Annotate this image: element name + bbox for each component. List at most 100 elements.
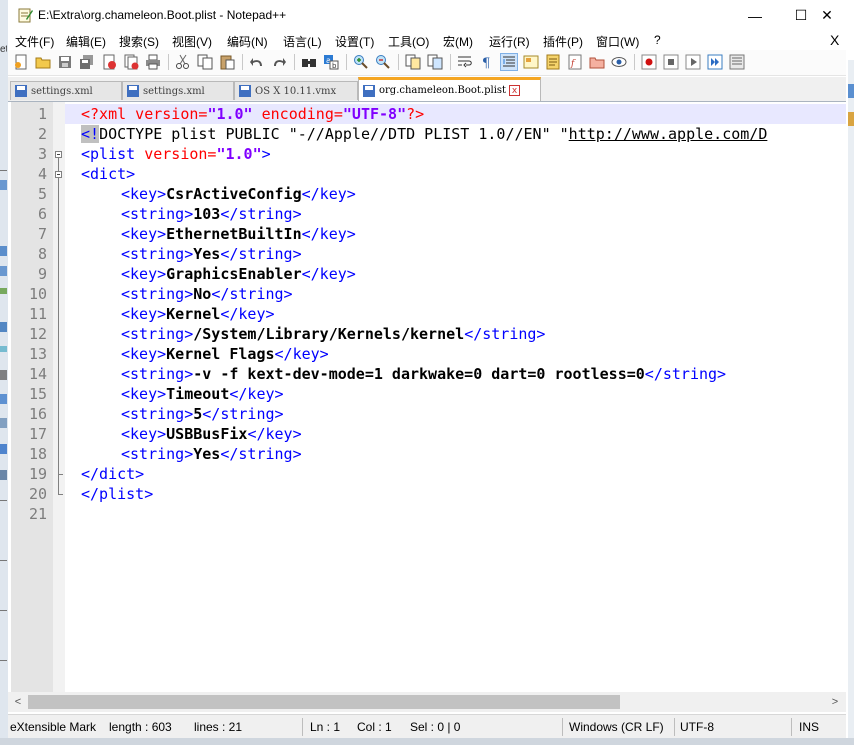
- run-macro-multiple-icon[interactable]: [706, 53, 724, 71]
- menu-macro[interactable]: 宏(M): [443, 33, 473, 50]
- show-all-characters-icon[interactable]: ¶: [478, 53, 496, 71]
- close-file-icon[interactable]: [100, 53, 118, 71]
- redo-icon[interactable]: [270, 53, 288, 71]
- menu-language[interactable]: 语言(L): [283, 33, 322, 50]
- tag-close: </string>: [220, 245, 302, 263]
- copy-icon[interactable]: [196, 53, 214, 71]
- sync-vertical-icon[interactable]: [404, 53, 422, 71]
- play-macro-icon[interactable]: [684, 53, 702, 71]
- line-number: 5: [37, 185, 47, 203]
- line-number: 18: [28, 445, 47, 463]
- open-file-icon[interactable]: [34, 53, 52, 71]
- menu-plugins[interactable]: 插件(P): [543, 33, 583, 50]
- code-line-9: <key>GraphicsEnabler</key>: [121, 264, 356, 284]
- function-list-icon[interactable]: f: [566, 53, 584, 71]
- code-line-2: <!DOCTYPE plist PUBLIC "-//Apple//DTD PL…: [81, 124, 767, 144]
- doctype-url-link[interactable]: http://www.apple.com/D: [569, 125, 768, 143]
- tag-open: <string>: [121, 205, 194, 223]
- menu-settings[interactable]: 设置(T): [335, 33, 374, 50]
- line-number: 10: [28, 285, 47, 303]
- text-value: /System/Library/Kernels/kernel: [193, 325, 465, 343]
- close-all-icon[interactable]: [122, 53, 140, 71]
- doctype-text: DOCTYPE plist PUBLIC "-//Apple//DTD PLIS…: [99, 125, 569, 143]
- status-encoding[interactable]: UTF-8: [680, 720, 714, 734]
- save-all-icon[interactable]: [78, 53, 96, 71]
- horizontal-scrollbar[interactable]: < >: [8, 692, 846, 712]
- tab-org-chameleon-boot-plist[interactable]: org.chameleon.Boot.plist x: [358, 77, 541, 101]
- line-number: 3: [37, 145, 47, 163]
- save-macro-icon[interactable]: [728, 53, 746, 71]
- tab-settings-xml-1[interactable]: settings.xml: [10, 81, 122, 100]
- status-line-number: Ln : 1: [310, 720, 341, 734]
- record-macro-icon[interactable]: [640, 53, 658, 71]
- zoom-in-icon[interactable]: [352, 53, 370, 71]
- save-icon[interactable]: [56, 53, 74, 71]
- find-icon[interactable]: [300, 53, 318, 71]
- tag-open: <key>: [121, 225, 167, 243]
- new-file-icon[interactable]: [12, 53, 30, 71]
- tab-close-icon[interactable]: x: [509, 85, 521, 96]
- line-number: 8: [37, 245, 47, 263]
- text-value: Kernel Flags: [166, 345, 275, 363]
- paste-icon[interactable]: [218, 53, 236, 71]
- tab-label: OS X 10.11.vmx: [255, 85, 337, 97]
- close-document-button[interactable]: X: [830, 32, 839, 48]
- attr-value: "UTF-8": [342, 105, 407, 123]
- menu-encoding[interactable]: 编码(N): [227, 33, 268, 50]
- status-eol-format[interactable]: Windows (CR LF): [569, 720, 664, 734]
- fold-toggle-dict[interactable]: [55, 171, 62, 178]
- status-lines: lines : 21: [194, 720, 243, 734]
- saved-file-icon: [363, 84, 375, 97]
- fold-toggle-plist[interactable]: [55, 151, 62, 158]
- line-number: 6: [37, 205, 47, 223]
- code-editor[interactable]: 1 2 3 4 5 6 7 8 9 10 11 12 13 14 15 16 1…: [8, 102, 846, 692]
- menu-view[interactable]: 视图(V): [172, 33, 212, 50]
- document-tab-bar: settings.xml settings.xml OS X 10.11.vmx…: [8, 77, 846, 102]
- menu-bar: 文件(F) 编辑(E) 搜索(S) 视图(V) 编码(N) 语言(L) 设置(T…: [8, 31, 846, 50]
- replace-icon[interactable]: ab: [322, 53, 340, 71]
- folder-as-workspace-icon[interactable]: [588, 53, 606, 71]
- saved-file-icon: [15, 85, 27, 97]
- zoom-out-icon[interactable]: [374, 53, 392, 71]
- word-wrap-icon[interactable]: [456, 53, 474, 71]
- window-title: E:\Extra\org.chameleon.Boot.plist - Note…: [38, 8, 287, 22]
- menu-edit[interactable]: 编辑(E): [66, 33, 106, 50]
- scroll-left-button[interactable]: <: [11, 695, 25, 709]
- menu-search[interactable]: 搜索(S): [119, 33, 159, 50]
- stop-macro-icon[interactable]: [662, 53, 680, 71]
- user-defined-language-icon[interactable]: [522, 53, 540, 71]
- text-value: USBBusFix: [166, 425, 248, 443]
- tag-close: </string>: [211, 285, 293, 303]
- menu-window[interactable]: 窗口(W): [596, 33, 639, 50]
- status-insert-mode[interactable]: INS: [799, 720, 819, 734]
- menu-file[interactable]: 文件(F): [15, 33, 54, 50]
- menu-run[interactable]: 运行(R): [489, 33, 530, 50]
- tab-settings-xml-2[interactable]: settings.xml: [122, 81, 234, 100]
- tab-osx-vmx[interactable]: OS X 10.11.vmx: [234, 81, 358, 100]
- close-window-button[interactable]: ✕: [808, 0, 846, 31]
- tag-close: </string>: [464, 325, 546, 343]
- line-number: 2: [37, 125, 47, 143]
- line-number: 21: [28, 505, 47, 523]
- code-line-16: <string>5</string>: [121, 404, 284, 424]
- minimize-button[interactable]: —: [732, 0, 778, 31]
- indent-guide-icon[interactable]: [500, 53, 518, 71]
- text-value: Yes: [193, 245, 221, 263]
- line-number: 14: [28, 365, 47, 383]
- print-icon[interactable]: [144, 53, 162, 71]
- line-number: 17: [28, 425, 47, 443]
- svg-text:¶: ¶: [482, 56, 490, 70]
- document-map-icon[interactable]: [544, 53, 562, 71]
- scroll-right-button[interactable]: >: [828, 695, 842, 709]
- tag-close: </string>: [220, 205, 302, 223]
- code-line-14: <string>-v -f kext-dev-mode=1 darkwake=0…: [121, 364, 726, 384]
- menu-tools[interactable]: 工具(O): [388, 33, 429, 50]
- menu-help[interactable]: ?: [654, 33, 661, 47]
- monitoring-icon[interactable]: [610, 53, 628, 71]
- sync-horizontal-icon[interactable]: [426, 53, 444, 71]
- cut-icon[interactable]: [174, 53, 192, 71]
- status-file-type: eXtensible Mark: [10, 720, 97, 734]
- undo-icon[interactable]: [248, 53, 266, 71]
- scrollbar-thumb[interactable]: [28, 695, 620, 709]
- line-number: 13: [28, 345, 47, 363]
